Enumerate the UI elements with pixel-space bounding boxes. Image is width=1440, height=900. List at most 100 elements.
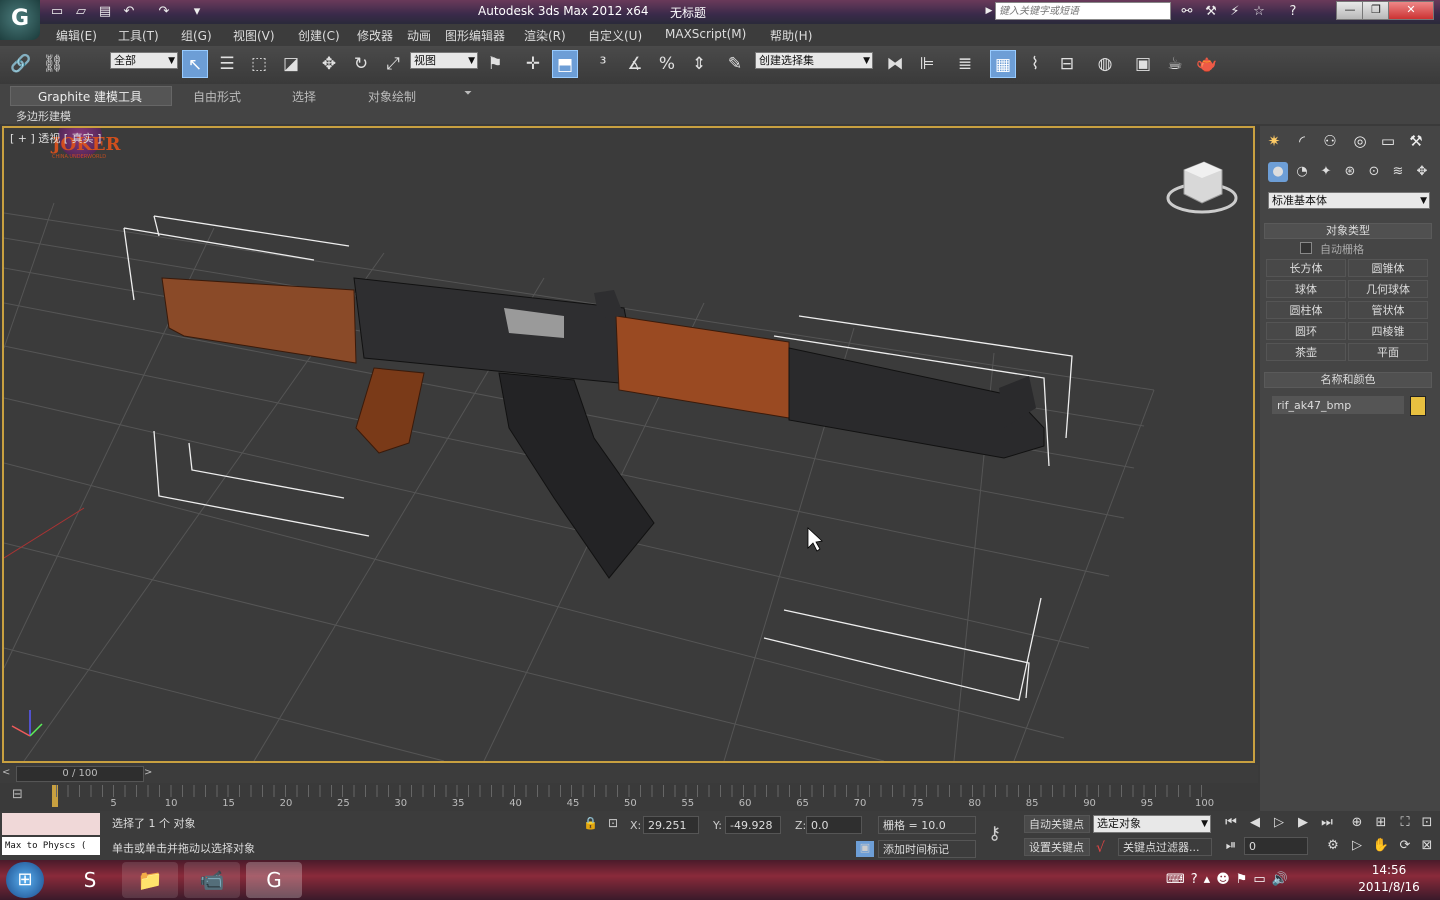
communication-center-icon[interactable]: ⚡: [1226, 3, 1244, 20]
cylinder-button[interactable]: 圆柱体: [1266, 301, 1346, 319]
quick-access-dropdown-icon[interactable]: ▾: [188, 3, 206, 20]
shapes-icon[interactable]: ◔: [1292, 162, 1312, 182]
application-menu-button[interactable]: G: [0, 0, 40, 40]
mirror-icon[interactable]: ⧓: [882, 50, 908, 78]
window-crossing-icon[interactable]: ◪: [278, 50, 304, 78]
time-configuration-icon[interactable]: ⚙: [1322, 836, 1344, 856]
unlink-icon[interactable]: ⛓: [40, 50, 66, 78]
polygon-modeling-label[interactable]: 多边形建模: [16, 108, 71, 124]
taskbar-clock[interactable]: 14:56 2011/8/16: [1356, 862, 1422, 896]
key-mode-dropdown[interactable]: 选定对象 ▼: [1093, 815, 1211, 833]
pan-view-icon[interactable]: ✋: [1370, 836, 1392, 856]
utilities-tab-icon[interactable]: ⚒: [1404, 130, 1428, 152]
previous-frame-icon[interactable]: ◀: [1244, 813, 1266, 833]
system-tray-icons[interactable]: ⌨?▴☻⚑▭🔊: [1166, 872, 1294, 887]
tab-freeform[interactable]: 自由形式: [193, 88, 241, 105]
y-coordinate-field[interactable]: -49.928: [725, 816, 781, 834]
time-slider-prev-icon[interactable]: <: [2, 767, 10, 778]
create-tab-icon[interactable]: ✷: [1262, 130, 1286, 152]
next-frame-icon[interactable]: ▶: [1292, 813, 1314, 833]
perspective-viewport[interactable]: [ + ] 透视 [ 真实 ] JOKER CHINA.UNDERWORLD: [2, 126, 1255, 763]
angle-snap-icon[interactable]: ∡: [622, 50, 648, 78]
object-color-swatch[interactable]: [1410, 396, 1426, 416]
align-icon[interactable]: ⊫: [914, 50, 940, 78]
select-and-rotate-icon[interactable]: ↻: [348, 50, 374, 78]
help-icon[interactable]: ?: [1284, 3, 1302, 20]
select-by-name-icon[interactable]: ☰: [214, 50, 240, 78]
lights-icon[interactable]: ✦: [1316, 162, 1336, 182]
menu-edit[interactable]: 编辑(E): [56, 27, 97, 44]
render-setup-icon[interactable]: ▣: [1130, 50, 1156, 78]
display-tab-icon[interactable]: ▭: [1376, 130, 1400, 152]
hierarchy-tab-icon[interactable]: ⚇: [1318, 130, 1342, 152]
space-warps-icon[interactable]: ≋: [1388, 162, 1408, 182]
edit-named-selection-icon[interactable]: ✎: [722, 50, 748, 78]
menu-create[interactable]: 创建(C): [298, 27, 340, 44]
field-of-view-icon[interactable]: ▷: [1346, 836, 1368, 856]
pyramid-button[interactable]: 四棱锥: [1348, 322, 1428, 340]
lock-selection-icon[interactable]: 🔒: [583, 816, 598, 830]
selection-filter-dropdown[interactable]: 全部 ▼: [110, 52, 178, 69]
torus-button[interactable]: 圆环: [1266, 322, 1346, 340]
zoom-extents-icon[interactable]: ⛶: [1394, 813, 1416, 833]
search-input[interactable]: 键入关键字或短语: [995, 2, 1171, 20]
play-icon[interactable]: ▷: [1268, 813, 1290, 833]
absolute-mode-icon[interactable]: ⊡: [608, 816, 618, 830]
auto-key-button[interactable]: 自动关键点: [1024, 815, 1090, 833]
add-time-tag-button[interactable]: 添加时间标记: [878, 840, 976, 858]
object-type-rollout-header[interactable]: 对象类型: [1264, 223, 1432, 239]
zoom-extents-all-icon[interactable]: ⊡: [1416, 813, 1438, 833]
rendered-frame-window-icon[interactable]: ☕: [1162, 50, 1188, 78]
viewport-label[interactable]: [ + ] 透视 [ 真实 ]: [10, 130, 101, 146]
menu-group[interactable]: 组(G): [181, 27, 212, 44]
schematic-view-icon[interactable]: ⊟: [1054, 50, 1080, 78]
tab-object-paint[interactable]: 对象绘制: [368, 88, 416, 105]
go-to-end-icon[interactable]: ⏭: [1316, 813, 1338, 833]
open-file-icon[interactable]: ▱: [72, 3, 90, 20]
go-to-start-icon[interactable]: ⏮: [1220, 813, 1242, 833]
viewcube[interactable]: [1166, 161, 1238, 214]
helpers-icon[interactable]: ⊙: [1364, 162, 1384, 182]
sphere-button[interactable]: 球体: [1266, 280, 1346, 298]
set-key-button[interactable]: 设置关键点: [1024, 838, 1090, 856]
keyboard-shortcut-override-icon[interactable]: ⬒: [552, 50, 578, 78]
set-key-icon[interactable]: ⚷: [988, 823, 1001, 844]
tube-button[interactable]: 管状体: [1348, 301, 1428, 319]
x-coordinate-field[interactable]: 29.251: [643, 816, 699, 834]
render-production-icon[interactable]: 🫖: [1194, 50, 1220, 78]
recorder-app-icon[interactable]: 📹: [184, 862, 240, 898]
percent-snap-icon[interactable]: %: [654, 50, 680, 78]
layer-manager-icon[interactable]: ≣: [952, 50, 978, 78]
key-filters-button[interactable]: 关键点过滤器...: [1118, 838, 1212, 856]
motion-tab-icon[interactable]: ◎: [1348, 130, 1372, 152]
material-editor-icon[interactable]: ◍: [1092, 50, 1118, 78]
time-slider[interactable]: 0 / 100: [16, 766, 144, 782]
menu-help[interactable]: 帮助(H): [770, 27, 812, 44]
close-button[interactable]: ✕: [1388, 1, 1434, 20]
menu-maxscript[interactable]: MAXScript(M): [665, 27, 746, 41]
3dsmax-app-icon[interactable]: G: [246, 862, 302, 898]
tab-graphite-modeling[interactable]: Graphite 建模工具: [38, 88, 142, 105]
menu-animation[interactable]: 动画: [407, 27, 431, 44]
select-and-move-icon[interactable]: ✥: [316, 50, 342, 78]
menu-graph-editors[interactable]: 图形编辑器: [445, 27, 505, 44]
manipulate-icon[interactable]: ✛: [520, 50, 546, 78]
auto-grid-checkbox[interactable]: [1300, 242, 1312, 254]
named-selection-set-dropdown[interactable]: 创建选择集 ▼: [755, 52, 873, 69]
undo-icon[interactable]: ↶: [120, 3, 138, 20]
menu-modifiers[interactable]: 修改器: [357, 27, 393, 44]
current-frame-field[interactable]: 0: [1244, 837, 1308, 855]
select-and-link-icon[interactable]: 🔗: [8, 50, 34, 78]
minimize-button[interactable]: —: [1336, 1, 1364, 20]
menu-customize[interactable]: 自定义(U): [588, 27, 642, 44]
spinner-snap-icon[interactable]: ⇕: [686, 50, 712, 78]
new-file-icon[interactable]: ▭: [48, 3, 66, 20]
z-coordinate-field[interactable]: 0.0: [806, 816, 862, 834]
favorites-star-icon[interactable]: ☆: [1250, 3, 1268, 20]
reference-coordinate-dropdown[interactable]: 视图 ▼: [410, 52, 478, 69]
orbit-icon[interactable]: ⟳: [1394, 836, 1416, 856]
object-name-input[interactable]: rif_ak47_bmp: [1272, 396, 1404, 414]
graphite-toggle-icon[interactable]: ▦: [990, 50, 1016, 78]
maximize-viewport-icon[interactable]: ⊠: [1416, 836, 1438, 856]
script-listener-output[interactable]: Max to Physcs (: [2, 837, 100, 855]
